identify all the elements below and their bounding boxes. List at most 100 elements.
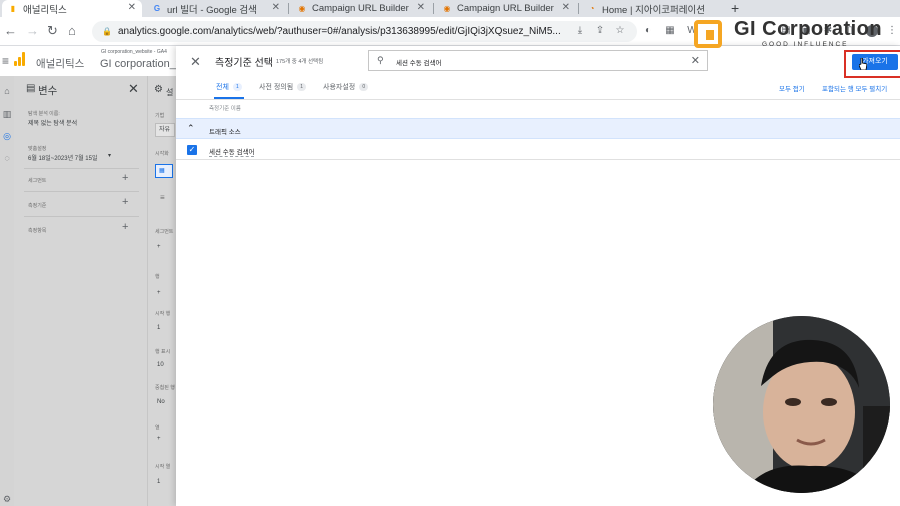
- tab-all[interactable]: 전체 1: [216, 82, 242, 92]
- add-dimension-button[interactable]: +: [122, 196, 128, 208]
- line-chart-icon[interactable]: ≡: [160, 193, 165, 202]
- add-column-drop[interactable]: +: [157, 436, 161, 442]
- address-bar[interactable]: 🔒 analytics.google.com/analytics/web/?au…: [92, 21, 637, 42]
- rows-label: 행: [155, 274, 160, 280]
- tab-count-badge: 1: [232, 83, 242, 91]
- home-icon: ◔: [589, 4, 595, 13]
- settings-gear-icon: ⚙: [154, 84, 163, 95]
- tab-count-badge: 0: [359, 83, 369, 91]
- start-row-value[interactable]: 1: [157, 325, 160, 331]
- group-row-traffic-source[interactable]: ⌃ 트래픽 소스: [176, 118, 900, 139]
- analytics-logo-icon: [14, 52, 26, 66]
- table-viz-icon[interactable]: ▦: [155, 164, 173, 178]
- back-icon[interactable]: ←: [4, 22, 17, 40]
- tab-divider: [288, 3, 289, 14]
- close-icon[interactable]: ✕: [272, 2, 280, 13]
- segment-comparison-label: 세그먼트: [155, 229, 174, 235]
- home-icon[interactable]: ⌂: [2, 86, 12, 96]
- add-segment-drop[interactable]: +: [157, 244, 161, 250]
- add-row-drop[interactable]: +: [157, 290, 161, 296]
- show-rows-label: 행 표시: [155, 349, 171, 355]
- campaign-icon: ◉: [298, 4, 306, 13]
- browser-tab-google-search[interactable]: G url 빌더 - Google 검색 ✕: [146, 0, 286, 17]
- dialog-title: 측정기준 선택: [215, 58, 273, 69]
- divider: [176, 99, 900, 100]
- clear-search-icon[interactable]: ✕: [691, 54, 700, 67]
- columns-label: 열: [155, 425, 160, 431]
- chevron-up-icon[interactable]: ⌃: [187, 123, 195, 134]
- product-name: 애널리틱스: [36, 58, 85, 70]
- collapse-all-link[interactable]: 모두 접기: [779, 83, 805, 93]
- close-icon[interactable]: ✕: [128, 2, 136, 13]
- bookmark-star-icon[interactable]: ☆: [614, 25, 626, 37]
- close-icon[interactable]: ✕: [190, 54, 201, 70]
- selection-count: 175개 중 4개 선택됨: [276, 59, 324, 65]
- new-tab-button[interactable]: +: [731, 0, 739, 16]
- property-name[interactable]: GI corporation_w: [100, 58, 184, 70]
- hand-cursor-icon: [859, 58, 867, 70]
- exploration-name[interactable]: 제목 없는 탐색 분석: [28, 118, 77, 127]
- browser-tab-campaign-1[interactable]: ◉ Campaign URL Builder ✕: [291, 0, 431, 17]
- tab-title: Campaign URL Builder: [457, 3, 554, 14]
- tab-title: 애널리틱스: [23, 4, 67, 16]
- variables-title: 변수: [38, 85, 58, 97]
- logo-tagline: GOOD INFLUENCE: [762, 41, 849, 48]
- webcam-overlay: [713, 316, 890, 493]
- dimension-row[interactable]: ✓ 세션 수동 검색어: [176, 140, 900, 160]
- segments-section: 세그먼트: [28, 178, 47, 184]
- visualization-label: 시각화: [155, 151, 169, 157]
- share-icon[interactable]: ⇪: [594, 25, 606, 37]
- search-icon: ⚲: [377, 55, 384, 65]
- browser-tab-analytics[interactable]: ▮ 애널리틱스 ✕: [2, 0, 142, 17]
- home-button-icon[interactable]: ⌂: [68, 22, 76, 40]
- settings-title: 설: [166, 88, 174, 97]
- divider: [24, 168, 139, 169]
- reload-icon[interactable]: ↻: [47, 22, 58, 40]
- explore-icon[interactable]: ◎: [2, 131, 12, 141]
- add-metric-button[interactable]: +: [122, 221, 128, 233]
- forward-icon[interactable]: →: [26, 22, 39, 40]
- close-icon[interactable]: ✕: [562, 2, 570, 13]
- analytics-icon: ▮: [10, 4, 16, 13]
- start-row-label: 시작 행: [155, 311, 171, 317]
- expand-all-link[interactable]: 포함되는 행 모두 펼치기: [822, 83, 887, 93]
- gi-corporation-logo: GI Corporation GOOD INFLUENCE: [694, 18, 884, 52]
- download-icon[interactable]: ⤓: [574, 25, 586, 37]
- show-rows-value[interactable]: 10: [157, 362, 164, 368]
- nested-rows-value[interactable]: No: [157, 399, 165, 405]
- menu-icon[interactable]: ≡: [2, 54, 9, 68]
- tab-predefined[interactable]: 사전 정의됨 1: [259, 82, 307, 92]
- reports-icon[interactable]: ▥: [2, 109, 12, 119]
- dimension-search-input[interactable]: ⚲ 세션 수동 검색어 ✕: [368, 50, 708, 71]
- technique-select[interactable]: 자유: [155, 123, 175, 137]
- technique-label: 기법: [155, 113, 165, 119]
- close-icon[interactable]: ✕: [417, 2, 425, 13]
- settings-gear-icon[interactable]: ⚙: [2, 494, 12, 504]
- tab-custom[interactable]: 사용자설정 0: [323, 82, 369, 92]
- start-column-value[interactable]: 1: [157, 479, 160, 485]
- browser-tab-strip: ▮ 애널리틱스 ✕ G url 빌더 - Google 검색 ✕ ◉ Campa…: [0, 0, 900, 17]
- lock-icon: 🔒: [102, 27, 112, 36]
- variables-panel: ▤ 변수 ✕ 탐색 분석 이름: 제목 없는 탐색 분석 맞춤설정 6월 18일…: [14, 76, 148, 506]
- tab-title: Home | 지아이코퍼레이션: [602, 4, 706, 16]
- extension-icon[interactable]: ◐: [642, 25, 654, 37]
- browser-tab-campaign-2[interactable]: ◉ Campaign URL Builder ✕: [436, 0, 576, 17]
- logo-name: GI Corporation: [734, 18, 883, 40]
- date-range[interactable]: 6월 18일~2023년 7월 15일: [28, 153, 97, 162]
- more-menu-icon[interactable]: ⋮: [886, 25, 898, 37]
- close-icon[interactable]: ✕: [128, 81, 139, 97]
- advertising-icon[interactable]: ◌: [2, 153, 12, 163]
- chevron-down-icon[interactable]: ▾: [108, 152, 111, 159]
- tab-title: url 빌더 - Google 검색: [167, 4, 257, 16]
- settings-panel: ⚙ 설 기법 자유 시각화 ▦ ≡ 세그먼트 + 행 + 시작 행 1 행 표시…: [148, 76, 176, 506]
- exploration-name-label: 탐색 분석 이름:: [28, 111, 60, 117]
- tab-label: 전체: [216, 84, 229, 91]
- extension-icon[interactable]: ▦: [664, 25, 676, 37]
- browser-tab-home[interactable]: ◔ Home | 지아이코퍼레이션: [581, 0, 721, 17]
- add-segment-button[interactable]: +: [122, 172, 128, 184]
- property-account[interactable]: GI corporation_website - GA4: [101, 49, 167, 55]
- left-nav-rail: ⌂ ▥ ◎ ◌ ⚙: [0, 76, 14, 506]
- checkbox-checked-icon[interactable]: ✓: [187, 145, 197, 155]
- tab-label: 사용자설정: [323, 84, 356, 91]
- tab-divider: [578, 3, 579, 14]
